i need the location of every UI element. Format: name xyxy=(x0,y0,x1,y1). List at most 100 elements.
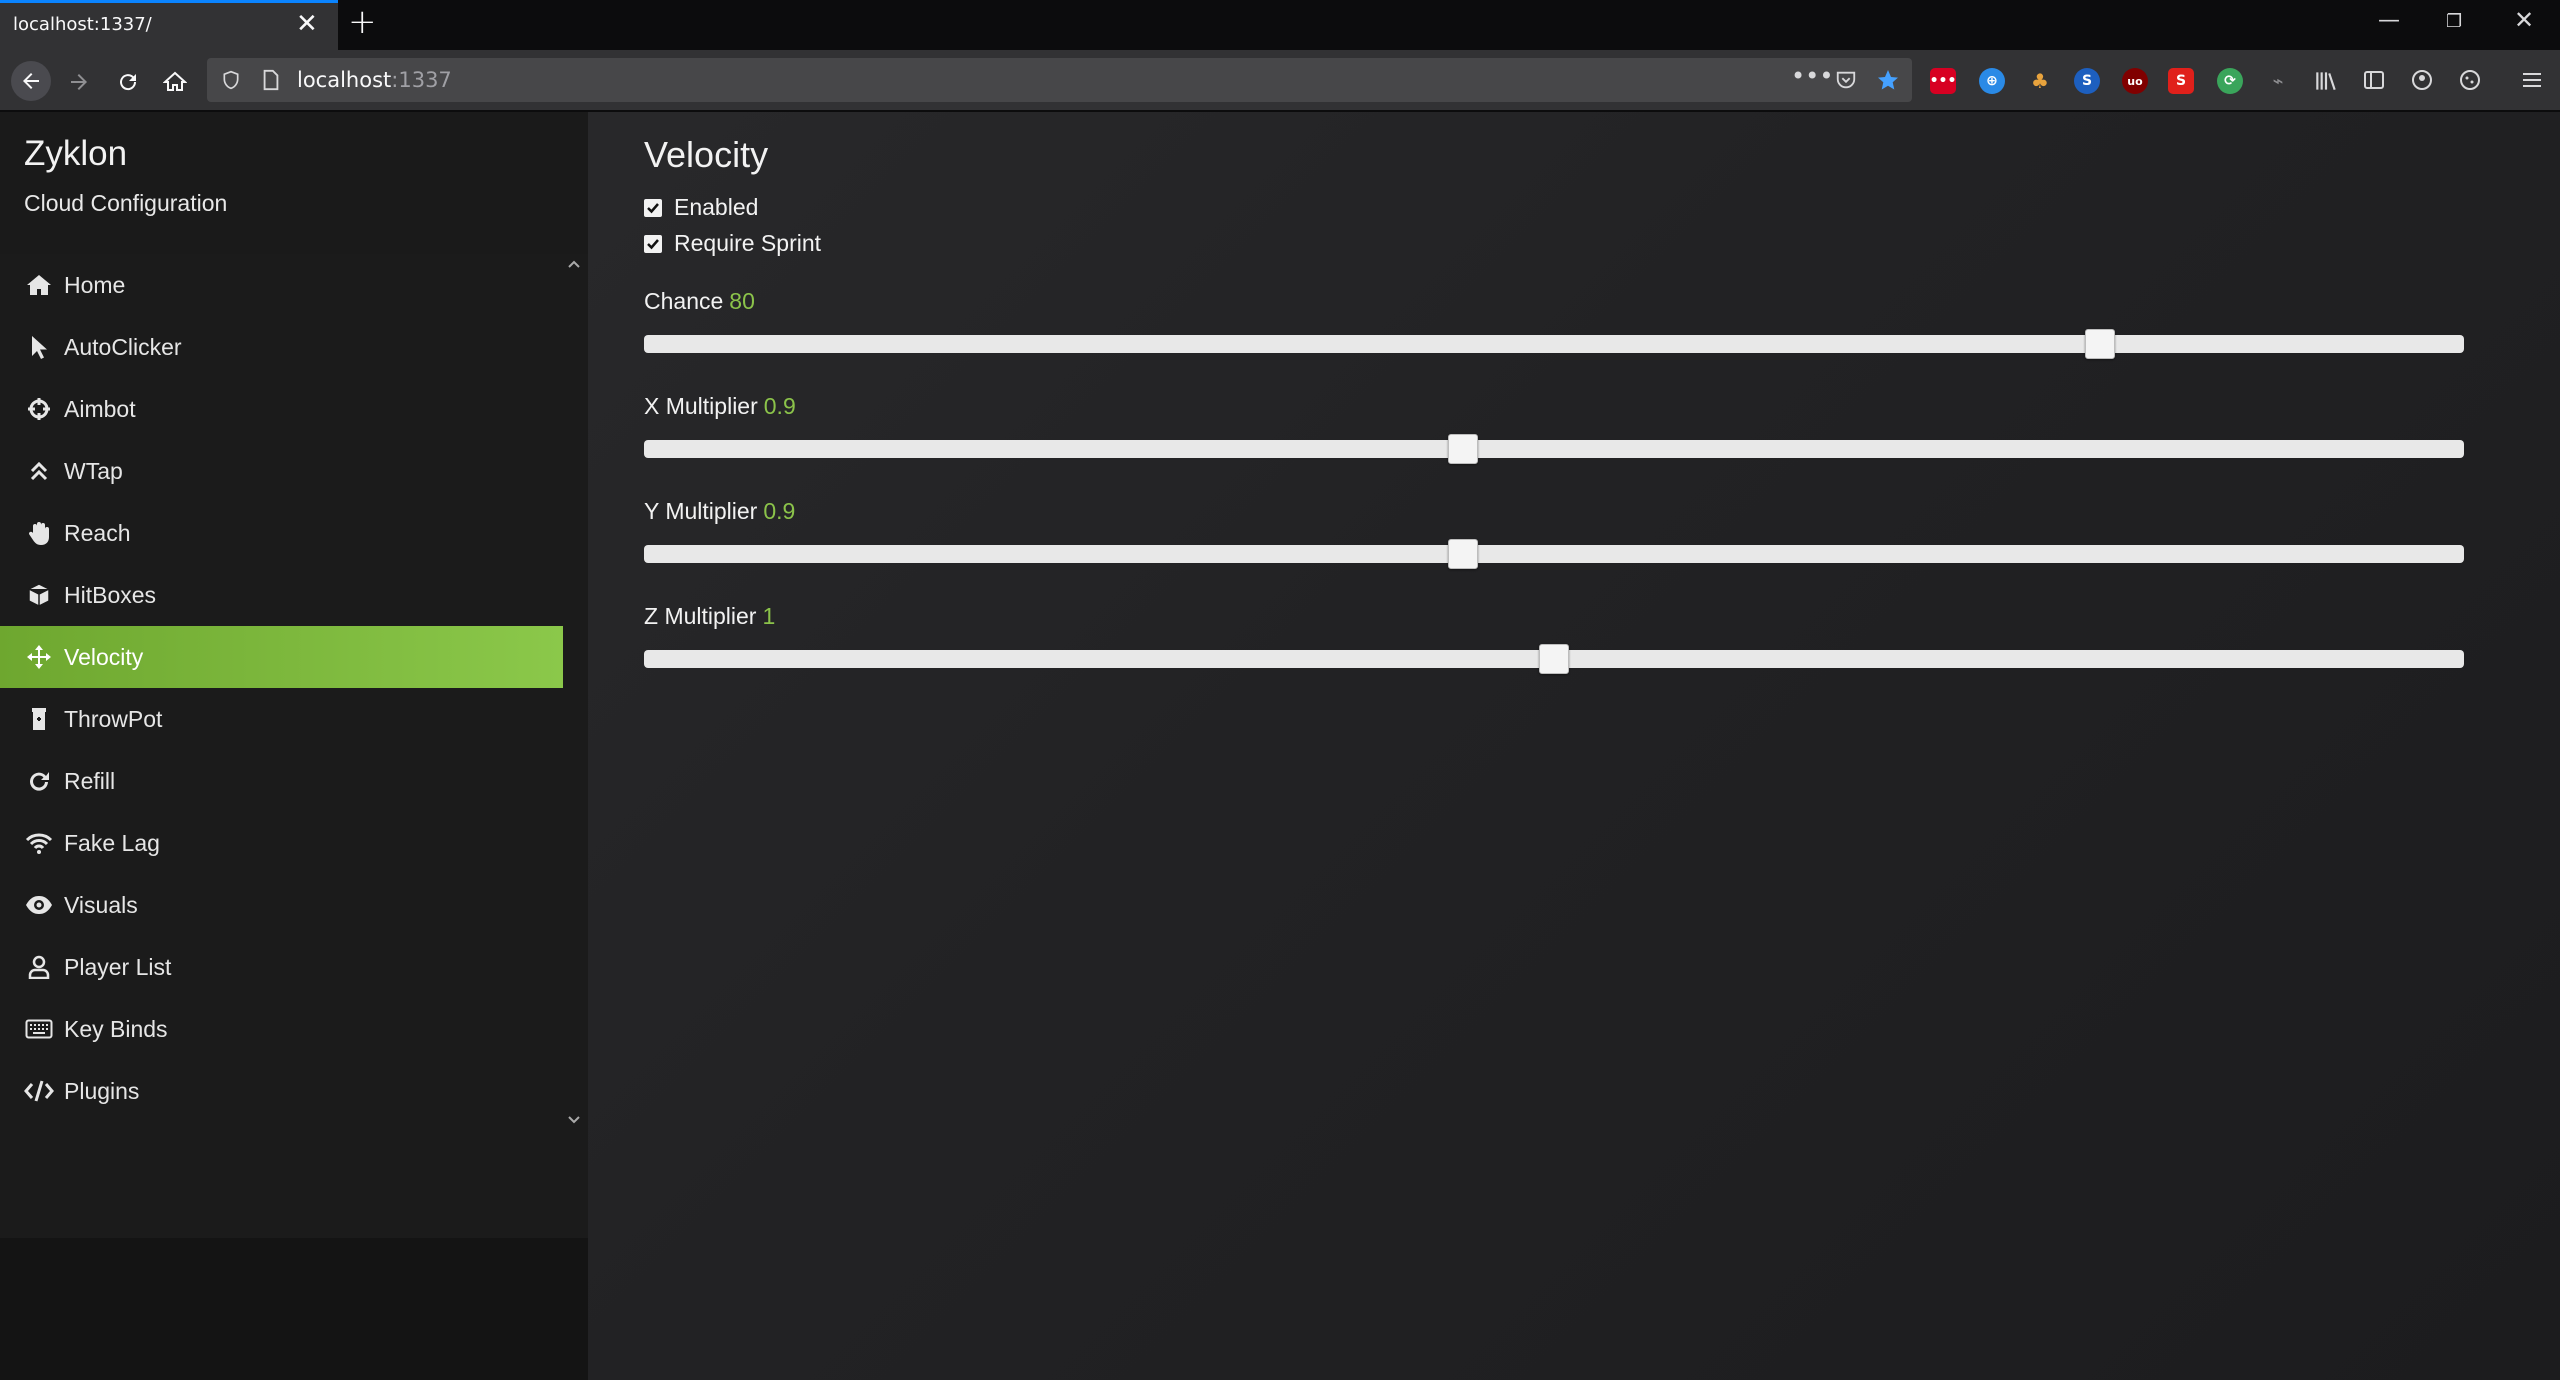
sidebar-item-label: AutoClicker xyxy=(64,333,182,360)
sidebar-item-label: Refill xyxy=(64,767,116,794)
scroll-down-icon[interactable] xyxy=(566,1112,582,1128)
url-text[interactable]: localhost:1337 xyxy=(297,68,452,92)
y-multiplier-slider[interactable] xyxy=(644,539,2464,569)
sidebar-item-visuals[interactable]: Visuals xyxy=(0,874,563,936)
page-title: Velocity xyxy=(644,134,769,175)
x-multiplier-slider[interactable] xyxy=(644,434,2464,464)
sidebar-item-home[interactable]: Home xyxy=(0,254,563,316)
account-icon[interactable] xyxy=(2410,68,2434,92)
restore-icon[interactable]: ❐ xyxy=(2446,13,2462,31)
sidebar-item-hitboxes[interactable]: HitBoxes xyxy=(0,564,563,626)
sidebar-item-fake-lag[interactable]: Fake Lag xyxy=(0,812,563,874)
sidebar-item-player-list[interactable]: Player List xyxy=(0,936,563,998)
sidebar-item-aimbot[interactable]: Aimbot xyxy=(0,378,563,440)
extension-mascot-icon[interactable]: ♣ xyxy=(2027,68,2053,94)
arrow-right-icon xyxy=(71,74,87,90)
reload-icon xyxy=(120,74,137,91)
sidebar-item-label: Visuals xyxy=(64,891,138,918)
sidebar-item-plugins[interactable]: Plugins xyxy=(0,1060,563,1122)
app-subtitle: Cloud Configuration xyxy=(24,190,228,216)
checkmark-icon xyxy=(647,202,659,213)
slider-thumb[interactable] xyxy=(1448,539,1478,569)
require-sprint-label: Require Sprint xyxy=(674,230,822,256)
wifi-icon xyxy=(24,832,54,854)
z-multiplier-slider[interactable] xyxy=(644,644,2464,674)
sidebar-item-label: Reach xyxy=(64,519,131,546)
browser-tab[interactable]: localhost:1337/ ✕ xyxy=(0,0,338,50)
slider-thumb[interactable] xyxy=(1448,434,1478,464)
tab-title: localhost:1337/ xyxy=(13,14,152,35)
back-button[interactable] xyxy=(11,61,51,101)
arrows-move-icon xyxy=(24,644,54,670)
slider-value: 80 xyxy=(729,288,755,314)
minimize-icon[interactable]: — xyxy=(2378,10,2400,32)
sidebar: Zyklon Cloud Configuration Home AutoClic… xyxy=(0,112,588,1380)
cookie-icon[interactable] xyxy=(2458,68,2482,92)
sidebar-item-label: Key Binds xyxy=(64,1015,168,1042)
z-multiplier-label: Z Multiplier 1 xyxy=(644,603,775,630)
sidebar-item-wtap[interactable]: WTap xyxy=(0,440,563,502)
enabled-checkbox[interactable] xyxy=(644,198,662,217)
sidebar-item-key-binds[interactable]: Key Binds xyxy=(0,998,563,1060)
sidebar-item-reach[interactable]: Reach xyxy=(0,502,563,564)
bookmark-star-icon[interactable] xyxy=(1876,68,1900,92)
home-icon xyxy=(24,273,54,297)
close-window-icon[interactable]: ✕ xyxy=(2514,8,2534,32)
page-icon[interactable] xyxy=(261,69,281,91)
pocket-icon[interactable] xyxy=(1835,69,1857,91)
slider-thumb[interactable] xyxy=(1539,644,1569,674)
user-icon xyxy=(24,955,54,979)
extension-s-blue-icon[interactable]: S xyxy=(2074,68,2100,94)
sidebar-item-throwpot[interactable]: ThrowPot xyxy=(0,688,563,750)
reload-button[interactable] xyxy=(111,65,145,99)
new-tab-icon[interactable]: + xyxy=(348,5,377,39)
home-outline-icon xyxy=(163,71,187,91)
y-multiplier-label: Y Multiplier 0.9 xyxy=(644,498,795,525)
slider-value: 1 xyxy=(762,603,776,629)
sidebar-item-label: ThrowPot xyxy=(64,705,163,732)
home-button[interactable] xyxy=(158,65,192,99)
extension-grey-icon[interactable]: ⌁ xyxy=(2265,68,2291,94)
forward-button[interactable] xyxy=(62,65,96,99)
shield-icon[interactable] xyxy=(221,70,241,90)
browser-navigation-bar: localhost:1337 ••• ••• ⊕ ♣ S uo S ⟳ ⌁ xyxy=(0,50,2560,111)
extension-lastpass-icon[interactable]: ••• xyxy=(1930,68,1956,94)
sidebar-item-refill[interactable]: Refill xyxy=(0,750,563,812)
hamburger-menu-icon[interactable] xyxy=(2520,68,2544,92)
chance-slider[interactable] xyxy=(644,329,2464,359)
sidebar-item-label: Player List xyxy=(64,953,172,980)
sidebar-item-label: Aimbot xyxy=(64,395,136,422)
sidebar-item-velocity[interactable]: Velocity xyxy=(0,626,563,688)
browser-tab-bar: localhost:1337/ ✕ + — ❐ ✕ xyxy=(0,0,2560,50)
require-sprint-checkbox[interactable] xyxy=(644,234,662,253)
slider-thumb[interactable] xyxy=(2085,329,2115,359)
enabled-checkbox-row[interactable]: Enabled xyxy=(644,194,758,221)
page-viewport: Zyklon Cloud Configuration Home AutoClic… xyxy=(0,112,2560,1380)
slider-label-text: Y Multiplier xyxy=(644,498,758,524)
arrow-left-icon xyxy=(23,73,39,89)
app-title: Zyklon xyxy=(24,134,128,173)
slider-label-text: Chance xyxy=(644,288,724,314)
checkmark-icon xyxy=(647,238,659,249)
url-bar[interactable]: localhost:1337 ••• xyxy=(207,58,1912,102)
library-icon[interactable] xyxy=(2313,68,2339,94)
sidebar-item-label: HitBoxes xyxy=(64,581,157,608)
require-sprint-checkbox-row[interactable]: Require Sprint xyxy=(644,230,821,257)
slider-value: 0.9 xyxy=(763,498,796,524)
extension-green-refresh-icon[interactable]: ⟳ xyxy=(2217,68,2243,94)
more-actions-icon[interactable]: ••• xyxy=(1791,62,1833,90)
slider-label-text: Z Multiplier xyxy=(644,603,757,629)
extension-globe-icon[interactable]: ⊕ xyxy=(1979,68,2005,94)
bottle-icon xyxy=(24,707,54,731)
redo-icon xyxy=(24,769,54,793)
scroll-up-icon[interactable] xyxy=(566,256,582,272)
extension-ublock-icon[interactable]: uo xyxy=(2122,68,2148,94)
pointer-icon xyxy=(24,335,54,359)
sidebar-toggle-icon[interactable] xyxy=(2362,68,2386,92)
slider-value: 0.9 xyxy=(763,393,796,419)
close-tab-icon[interactable]: ✕ xyxy=(296,11,318,37)
brand-header: Zyklon Cloud Configuration xyxy=(0,112,588,254)
chance-label: Chance 80 xyxy=(644,288,755,315)
extension-s-red-icon[interactable]: S xyxy=(2168,68,2194,94)
sidebar-item-autoclicker[interactable]: AutoClicker xyxy=(0,316,563,378)
